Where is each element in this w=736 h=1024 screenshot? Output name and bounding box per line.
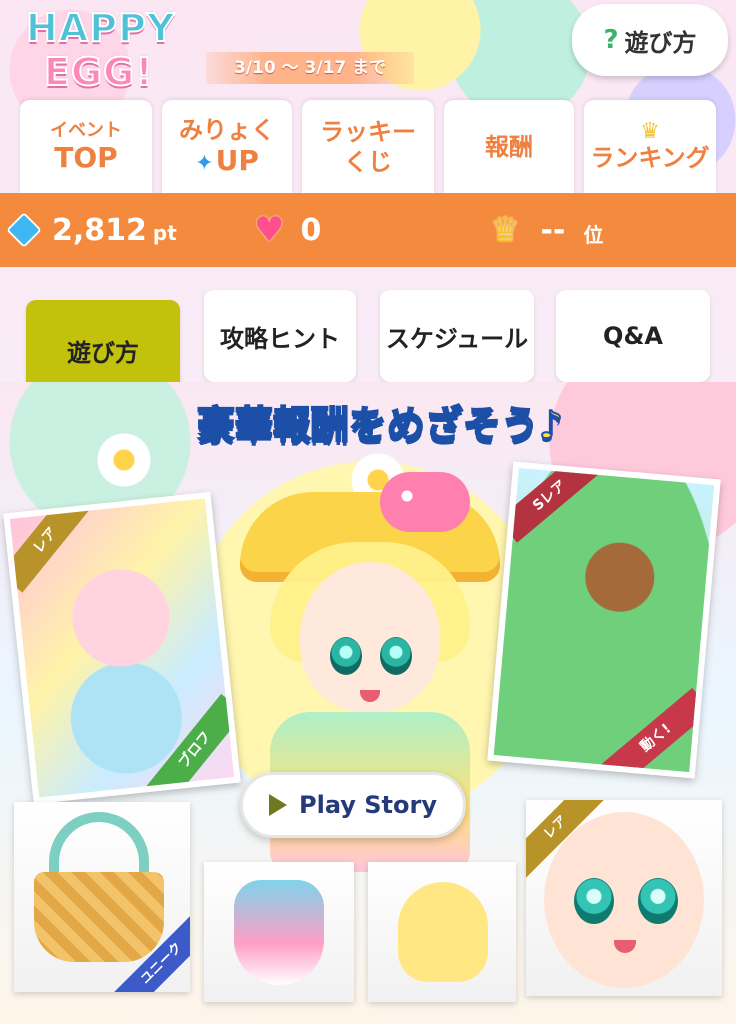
tab-ranking[interactable]: ♛ ランキング — [584, 100, 716, 194]
rarity-ribbon: レア — [9, 498, 92, 593]
tab-miryoku-up-line2: UP — [215, 143, 259, 177]
tab-lucky-kuji-line1: ラッキー — [320, 118, 416, 146]
main-tabs: イベント TOP みりょく ✦UP ラッキー くじ 報酬 ♛ ランキング — [0, 100, 736, 194]
reward-card-background[interactable]: Sレア 動く! — [487, 461, 721, 779]
tab-event-top-line2: TOP — [54, 141, 118, 174]
tab-rewards[interactable]: 報酬 — [444, 100, 574, 194]
question-icon: ? — [603, 25, 619, 55]
points-unit: pt — [152, 221, 177, 245]
happy-egg-logo: HAPPY EGG! — [18, 5, 203, 98]
tab-event-top[interactable]: イベント TOP — [20, 100, 152, 194]
eye — [330, 637, 362, 675]
logo-line2: EGG! — [43, 49, 154, 95]
crown-icon: ♛ — [640, 119, 660, 144]
diamond-icon — [6, 212, 42, 248]
reward-card-profile[interactable]: レア ブロフ — [3, 491, 241, 805]
subtab-hints[interactable]: 攻略ヒント — [204, 290, 356, 382]
rank-value: -- — [540, 212, 566, 248]
eye — [638, 878, 678, 924]
heart-icon: ♥ — [254, 210, 285, 250]
tab-lucky-kuji[interactable]: ラッキー くじ — [302, 100, 434, 194]
subtab-qa[interactable]: Q&A — [556, 290, 710, 382]
tab-miryoku-up-line1: みりょく — [179, 115, 275, 144]
crown-icon: ♛ — [490, 210, 521, 250]
bow — [380, 472, 470, 532]
hair-icon — [398, 882, 488, 982]
reward-item-basket[interactable]: ユニーク — [14, 802, 190, 992]
hearts-stat: ♥ 0 — [254, 193, 321, 267]
type-ribbon: ブロフ — [145, 693, 235, 798]
eye — [574, 878, 614, 924]
reward-card-art: レア ブロフ — [9, 498, 235, 798]
rarity-ribbon: Sレア — [497, 468, 602, 543]
play-icon — [269, 794, 287, 816]
basket-icon — [34, 872, 164, 962]
tab-lucky-kuji-line2: くじ — [344, 148, 392, 176]
rank-stat: ♛ -- 位 — [490, 193, 603, 267]
event-period: 3/10 〜 3/17 まで — [206, 52, 415, 84]
rank-unit: 位 — [583, 222, 604, 247]
help-button[interactable]: ? 遊び方 — [572, 4, 728, 76]
reward-banner: 豪華報酬をめざそう♪ レア ブロフ Sレア 動く! ユニーク レア Play S… — [0, 382, 736, 1024]
event-header: HAPPY EGG! 3/10 〜 3/17 まで ? 遊び方 — [0, 0, 736, 100]
reward-item-dress[interactable] — [204, 862, 354, 1002]
reward-card-art: Sレア 動く! — [493, 468, 715, 772]
points-stat: 2,812 pt — [6, 193, 177, 267]
tab-rewards-label: 報酬 — [485, 133, 533, 161]
reward-item-hair[interactable] — [368, 862, 516, 1002]
banner-title: 豪華報酬をめざそう♪ — [196, 402, 564, 448]
type-ribbon: 動く! — [600, 687, 712, 772]
play-story-label: Play Story — [299, 791, 437, 819]
tab-ranking-label: ランキング — [590, 144, 710, 172]
hearts-value: 0 — [300, 212, 322, 248]
face-icon — [544, 812, 704, 988]
tab-event-top-line1: イベント — [50, 120, 122, 141]
help-button-label: 遊び方 — [624, 28, 697, 57]
event-page: HAPPY EGG! 3/10 〜 3/17 まで ? 遊び方 イベント TOP… — [0, 0, 736, 1024]
dress-icon — [234, 880, 324, 985]
eye — [380, 637, 412, 675]
logo-line1: HAPPY — [25, 5, 176, 51]
sub-tabs: 遊び方 攻略ヒント スケジュール Q&A — [0, 282, 736, 400]
points-value: 2,812 — [52, 212, 147, 248]
play-story-button[interactable]: Play Story — [240, 772, 466, 838]
tab-miryoku-up[interactable]: みりょく ✦UP — [162, 100, 292, 194]
reward-item-face[interactable]: レア — [526, 800, 722, 996]
status-bar: 2,812 pt ♥ 0 ♛ -- 位 — [0, 193, 736, 267]
sparkle-icon: ✦ — [195, 150, 214, 176]
subtab-schedule[interactable]: スケジュール — [380, 290, 534, 382]
